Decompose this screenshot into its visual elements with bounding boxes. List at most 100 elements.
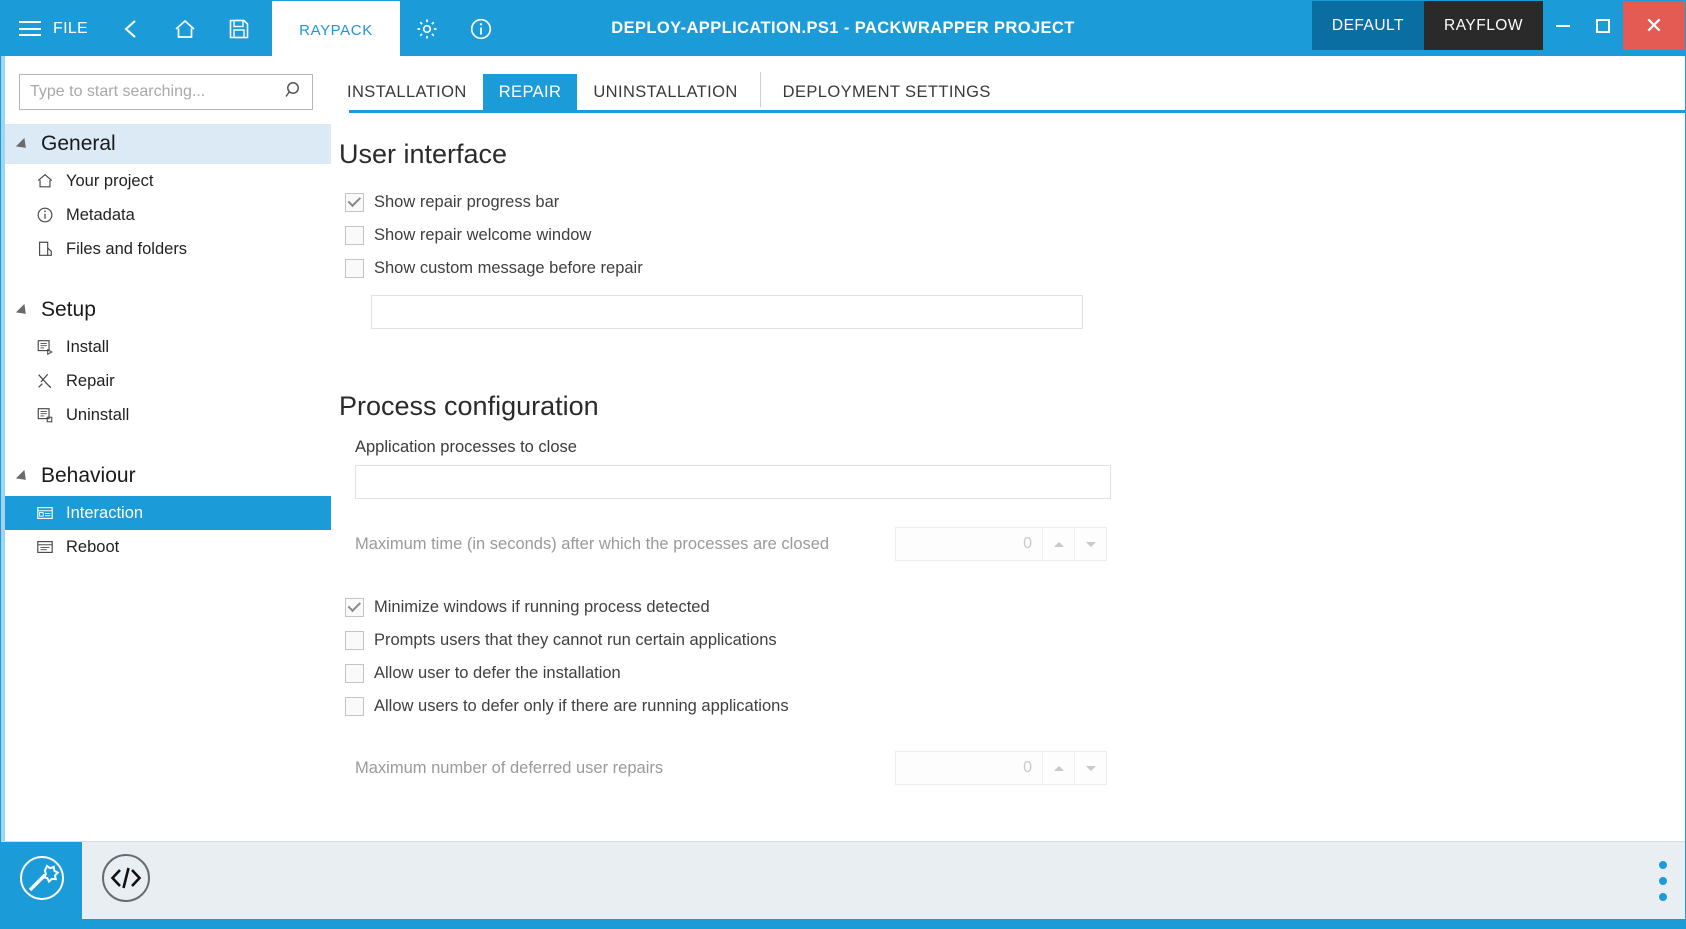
sidebar-group-behaviour[interactable]: Behaviour [5,456,331,496]
save-disk-icon[interactable] [212,1,266,56]
max-deferred-decrement-button[interactable] [1074,752,1106,784]
repair-tools-icon [35,371,55,391]
sidebar-item-repair[interactable]: Repair [5,364,331,398]
sidebar-group-label: Behaviour [41,464,136,488]
minimize-button[interactable] [1543,1,1583,50]
tab-raypack[interactable]: RAYPACK [272,1,400,59]
file-menu-button[interactable]: FILE [49,1,104,56]
sidebar-item-reboot[interactable]: Reboot [5,530,331,564]
checkbox-row-prompt-users[interactable]: Prompts users that they cannot run certa… [345,624,1685,657]
label-maximum-deferred: Maximum number of deferred user repairs [355,759,895,778]
checkbox-row-allow-defer-installation[interactable]: Allow user to defer the installation [345,657,1685,690]
repair-settings-panel: User interface Show repair progress bar … [331,113,1685,841]
checkbox-row-show-repair-progress-bar[interactable]: Show repair progress bar [345,186,1685,219]
env-default-button[interactable]: DEFAULT [1312,1,1424,50]
checkbox-label: Prompts users that they cannot run certa… [374,631,777,650]
max-deferred-value[interactable]: 0 [896,752,1042,784]
tab-installation[interactable]: INSTALLATION [331,74,483,110]
checkbox-allow-defer-running-apps[interactable] [345,697,364,716]
uninstall-icon [35,405,55,425]
checkbox-row-show-repair-welcome-window[interactable]: Show repair welcome window [345,219,1685,252]
chevron-expanded-icon [16,304,30,318]
process-checkbox-group: Minimize windows if running process dete… [331,591,1685,723]
sidebar-item-label: Repair [66,372,115,391]
checkbox-row-minimize-windows[interactable]: Minimize windows if running process dete… [345,591,1685,624]
status-bar [1,841,1685,919]
sidebar-item-metadata[interactable]: Metadata [5,198,331,232]
label-application-processes-to-close: Application processes to close [355,438,1685,457]
custom-message-input[interactable] [371,295,1083,329]
sidebar-group-label: General [41,132,116,156]
checkbox-show-repair-progress-bar[interactable] [345,193,364,212]
checkbox-row-show-custom-message-before-repair[interactable]: Show custom message before repair [345,252,1685,285]
checkbox-row-allow-defer-running-apps[interactable]: Allow users to defer only if there are r… [345,690,1685,723]
max-deferred-stepper-buttons [1042,752,1106,784]
sidebar-item-label: Reboot [66,538,119,557]
group-spacer [5,432,331,456]
group-spacer [5,266,331,290]
maximize-button[interactable] [1583,1,1623,50]
sidebar-group-label: Setup [41,298,96,322]
sidebar-item-install[interactable]: Install [5,330,331,364]
caret-down-icon [1086,542,1096,547]
tab-bar: INSTALLATION REPAIR UNINSTALLATION DEPLO… [331,68,1685,110]
application-processes-input[interactable] [355,465,1111,499]
search-input[interactable] [30,83,284,101]
code-view-button[interactable] [99,851,153,910]
checkbox-show-custom-message-before-repair[interactable] [345,259,364,278]
tab-separator [760,72,761,107]
custom-message-field-wrap [371,295,1685,329]
titlebar-right-controls: DEFAULT RAYFLOW ✕ [1312,1,1685,56]
sidebar-item-interaction[interactable]: Interaction [5,496,331,530]
sidebar-group-general[interactable]: General [5,124,331,164]
sidebar-item-uninstall[interactable]: Uninstall [5,398,331,432]
chevron-expanded-icon [16,138,30,152]
checkbox-label: Show custom message before repair [374,259,643,278]
checkbox-allow-defer-installation[interactable] [345,664,364,683]
max-time-stepper[interactable]: 0 [895,527,1107,561]
max-deferred-stepper[interactable]: 0 [895,751,1107,785]
env-rayflow-button[interactable]: RAYFLOW [1424,1,1543,50]
max-deferred-increment-button[interactable] [1042,752,1074,784]
home-icon[interactable] [158,1,212,56]
sidebar-item-your-project[interactable]: Your project [5,164,331,198]
hamburger-menu-icon[interactable] [1,1,49,56]
chevron-expanded-icon [16,470,30,484]
sidebar-nav: General Your project [5,118,331,564]
close-button[interactable]: ✕ [1623,1,1685,50]
max-time-decrement-button[interactable] [1074,528,1106,560]
search-box[interactable] [19,74,313,110]
checkbox-label: Show repair welcome window [374,226,591,245]
tab-uninstallation[interactable]: UNINSTALLATION [577,74,753,110]
checkbox-show-repair-welcome-window[interactable] [345,226,364,245]
sidebar: General Your project [1,56,331,841]
more-vertical-icon[interactable] [1659,861,1667,901]
code-brackets-icon [99,851,153,910]
max-time-stepper-buttons [1042,528,1106,560]
tab-repair[interactable]: REPAIR [483,74,578,110]
sidebar-item-files-and-folders[interactable]: Files and folders [5,232,331,266]
checkbox-label: Show repair progress bar [374,193,559,212]
max-time-value[interactable]: 0 [896,528,1042,560]
interaction-window-icon [35,503,55,523]
info-circle-icon [35,205,55,225]
info-icon[interactable] [454,1,508,56]
wizard-button[interactable] [1,842,82,920]
checkbox-minimize-windows[interactable] [345,598,364,617]
tab-deployment-settings[interactable]: DEPLOYMENT SETTINGS [767,74,1007,110]
sidebar-group-setup[interactable]: Setup [5,290,331,330]
sidebar-item-label: Metadata [66,206,135,225]
main-body: General Your project [1,56,1685,841]
sidebar-item-label: Uninstall [66,406,129,425]
content-area: INSTALLATION REPAIR UNINSTALLATION DEPLO… [331,56,1685,841]
section-title-process-configuration: Process configuration [339,391,1685,422]
application-window: FILE RAYPACK [0,0,1686,929]
max-time-increment-button[interactable] [1042,528,1074,560]
checkbox-prompt-users[interactable] [345,631,364,650]
home-icon [35,171,55,191]
max-deferred-row: Maximum number of deferred user repairs … [355,751,1685,785]
sidebar-item-label: Install [66,338,109,357]
search-icon[interactable] [284,80,304,105]
back-icon[interactable] [104,1,158,56]
gear-icon[interactable] [400,1,454,56]
